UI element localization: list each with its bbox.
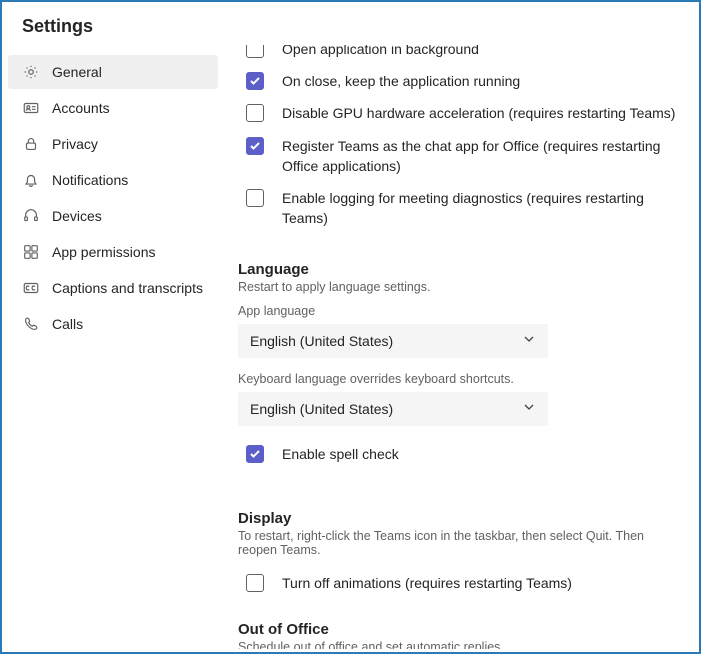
sidebar-item-calls[interactable]: Calls bbox=[8, 307, 218, 341]
language-desc: Restart to apply language settings. bbox=[238, 280, 681, 294]
display-desc: To restart, right-click the Teams icon i… bbox=[238, 529, 681, 557]
sidebar-item-label: General bbox=[52, 64, 102, 80]
sidebar-item-label: Devices bbox=[52, 208, 102, 224]
chevron-down-icon bbox=[522, 400, 536, 417]
checkbox-register-chat-app[interactable] bbox=[246, 137, 264, 155]
language-heading: Language bbox=[238, 261, 681, 278]
sidebar-item-label: Notifications bbox=[52, 172, 128, 188]
apps-icon bbox=[22, 243, 40, 261]
page-title: Settings bbox=[2, 2, 699, 45]
checkbox-turn-off-animations[interactable] bbox=[246, 574, 264, 592]
sidebar-item-notifications[interactable]: Notifications bbox=[8, 163, 218, 197]
sidebar-item-label: Privacy bbox=[52, 136, 98, 152]
checkbox-label: On close, keep the application running bbox=[282, 71, 520, 91]
sidebar-item-accounts[interactable]: Accounts bbox=[8, 91, 218, 125]
checkbox-disable-gpu[interactable] bbox=[246, 104, 264, 122]
sidebar-item-captions[interactable]: Captions and transcripts bbox=[8, 271, 218, 305]
bell-icon bbox=[22, 171, 40, 189]
phone-icon bbox=[22, 315, 40, 333]
sidebar-item-label: Calls bbox=[52, 316, 83, 332]
sidebar-item-general[interactable]: General bbox=[8, 55, 218, 89]
checkbox-spell-check[interactable] bbox=[246, 445, 264, 463]
gear-icon bbox=[22, 63, 40, 81]
headset-icon bbox=[22, 207, 40, 225]
checkbox-open-background[interactable] bbox=[246, 45, 264, 58]
out-of-office-heading: Out of Office bbox=[238, 621, 681, 638]
sidebar-item-label: App permissions bbox=[52, 244, 156, 260]
sidebar: General Accounts Privacy Notifications D bbox=[2, 45, 224, 649]
checkbox-label: Turn off animations (requires restarting… bbox=[282, 573, 572, 593]
dropdown-value: English (United States) bbox=[250, 401, 393, 417]
checkbox-label: Disable GPU hardware acceleration (requi… bbox=[282, 103, 675, 123]
app-language-dropdown[interactable]: English (United States) bbox=[238, 324, 548, 358]
dropdown-value: English (United States) bbox=[250, 333, 393, 349]
lock-icon bbox=[22, 135, 40, 153]
sidebar-item-privacy[interactable]: Privacy bbox=[8, 127, 218, 161]
keyboard-language-label: Keyboard language overrides keyboard sho… bbox=[238, 372, 681, 386]
content-panel: Open application in background On close,… bbox=[224, 45, 699, 649]
app-language-label: App language bbox=[238, 304, 681, 318]
cc-icon bbox=[22, 279, 40, 297]
sidebar-item-devices[interactable]: Devices bbox=[8, 199, 218, 233]
display-heading: Display bbox=[238, 510, 681, 527]
keyboard-language-dropdown[interactable]: English (United States) bbox=[238, 392, 548, 426]
checkbox-label: Open application in background bbox=[282, 45, 479, 59]
id-card-icon bbox=[22, 99, 40, 117]
checkbox-label: Enable spell check bbox=[282, 444, 399, 464]
sidebar-item-label: Accounts bbox=[52, 100, 110, 116]
sidebar-item-label: Captions and transcripts bbox=[52, 280, 203, 296]
sidebar-item-app-permissions[interactable]: App permissions bbox=[8, 235, 218, 269]
chevron-down-icon bbox=[522, 332, 536, 349]
out-of-office-desc: Schedule out of office and set automatic… bbox=[238, 640, 681, 649]
checkbox-on-close-keep-running[interactable] bbox=[246, 72, 264, 90]
checkbox-label: Register Teams as the chat app for Offic… bbox=[282, 136, 681, 177]
checkbox-label: Enable logging for meeting diagnostics (… bbox=[282, 188, 681, 229]
checkbox-enable-logging[interactable] bbox=[246, 189, 264, 207]
